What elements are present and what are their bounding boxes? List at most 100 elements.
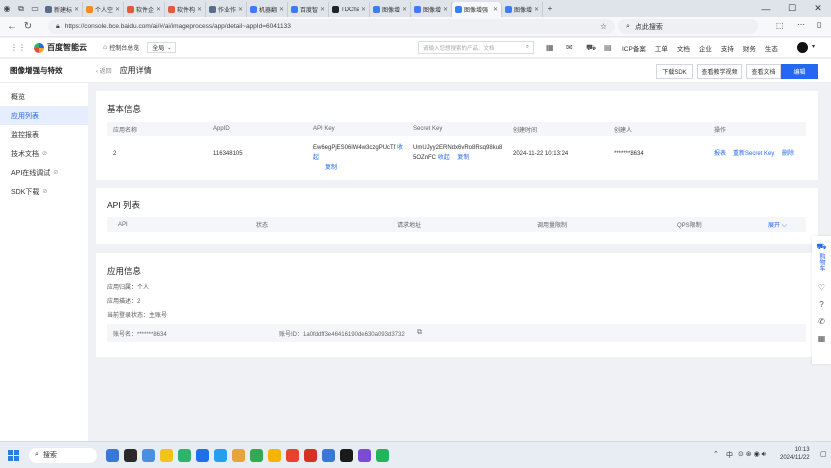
avatar[interactable] (797, 42, 808, 53)
taskbar-app-icon[interactable] (267, 448, 281, 462)
api-key-copy-link[interactable]: 复制 (325, 165, 337, 171)
reset-secret-key-link[interactable]: 重新Secret Key (733, 149, 774, 159)
qrcode-icon[interactable]: ▦ (818, 334, 826, 343)
favorite-star-icon[interactable]: ☆ (600, 22, 607, 31)
taskbar-app-icon[interactable] (105, 448, 119, 462)
tab-close-icon[interactable]: ✕ (74, 6, 79, 13)
browser-tab[interactable]: 机器翻译✕ (247, 2, 288, 17)
secret-key-hide-link[interactable]: 收起 (438, 155, 450, 161)
tray-icons[interactable]: ⊙ ⊛ ◉ 🔊︎ (738, 450, 766, 459)
delete-link[interactable]: 删除 (782, 149, 794, 159)
heart-icon[interactable]: ♡ (818, 283, 825, 292)
more-icon[interactable]: ⋯ (797, 20, 805, 29)
taskbar-app-icon[interactable] (321, 448, 335, 462)
profile-icon[interactable]: ◉ (0, 0, 14, 17)
windows-start-icon[interactable] (8, 449, 19, 461)
phone-icon[interactable]: ✆ (818, 317, 825, 326)
menu-finance[interactable]: 财务 (743, 43, 756, 53)
download-sdk-button[interactable]: 下载SDK (656, 64, 693, 79)
tab-close-icon[interactable]: ✕ (361, 6, 366, 13)
layout-icon[interactable]: ▦ (546, 43, 554, 52)
avatar-chevron-icon[interactable]: ▾ (812, 43, 815, 50)
tab-close-icon[interactable]: ✕ (115, 6, 120, 13)
sidebar-item[interactable]: SDK下载 ⊘ (0, 182, 88, 201)
browser-tab[interactable]: 图像增强✕ (370, 2, 411, 17)
sidebar-item[interactable]: API在线调试 ⊘ (0, 163, 88, 182)
taskbar-app-icon[interactable] (123, 448, 137, 462)
message-icon[interactable]: ✉ (566, 43, 573, 52)
taskbar-app-icon[interactable] (177, 448, 191, 462)
menu-enterprise[interactable]: 企业 (699, 43, 712, 53)
edit-button[interactable]: 编辑 (781, 64, 818, 79)
browser-tab[interactable]: 个人空间✕ (83, 2, 124, 17)
tutorial-video-button[interactable]: 查看教学视频 (697, 64, 742, 79)
tab-close-icon[interactable]: ✕ (402, 6, 407, 13)
browser-tab[interactable]: 百度智能✕ (288, 2, 329, 17)
menu-support[interactable]: 支持 (721, 43, 734, 53)
taskbar-app-icon[interactable] (303, 448, 317, 462)
tray-chevron-icon[interactable]: ⌃ (713, 450, 719, 458)
sidebar-item[interactable]: 概览 (0, 87, 88, 106)
back-link[interactable]: ‹ 返回 (96, 66, 112, 75)
browser-tab[interactable]: 软件企业✕ (124, 2, 165, 17)
taskbar-app-icon[interactable] (285, 448, 299, 462)
cart-icon[interactable]: ⛟ (816, 242, 826, 252)
browser-tab[interactable]: TDChat_✕ (329, 2, 370, 17)
menu-ecosystem[interactable]: 生态 (765, 43, 778, 53)
workspaces-icon[interactable]: ⧉ (14, 0, 28, 17)
apps-grid-icon[interactable]: ⋮⋮ (10, 43, 26, 52)
minimize-icon[interactable]: — (753, 4, 779, 14)
url-field[interactable]: 🔒︎ https://console.bce.baidu.com/ai/#/ai… (48, 19, 615, 34)
back-icon[interactable]: ← (4, 21, 20, 32)
tab-close-icon[interactable]: ✕ (156, 6, 161, 13)
taskbar-app-icon[interactable] (249, 448, 263, 462)
browser-tab[interactable]: 图像增强✕ (452, 2, 502, 17)
tab-close-icon[interactable]: ✕ (197, 6, 202, 13)
view-docs-button[interactable]: 查看文档 (746, 64, 781, 79)
sidebar-item[interactable]: 应用列表 (0, 106, 88, 125)
new-tab-icon[interactable]: + (543, 0, 557, 17)
taskbar-app-icon[interactable] (195, 448, 209, 462)
console-search-input[interactable]: 请输入您想搜索的产品、文档 ⌕ (418, 41, 534, 54)
taskbar-search[interactable]: ⌕ 搜索 (29, 447, 97, 463)
sidebar-toggle-icon[interactable]: ▯ (817, 20, 821, 29)
sidebar-item[interactable]: 监控报表 (0, 125, 88, 144)
tab-close-icon[interactable]: ✕ (320, 6, 325, 13)
ime-indicator[interactable]: 中 (726, 450, 733, 460)
taskbar-app-icon[interactable] (357, 448, 371, 462)
sidebar-item[interactable]: 技术文档 ⊘ (0, 144, 88, 163)
taskbar-app-icon[interactable] (231, 448, 245, 462)
menu-icp[interactable]: ICP备案 (622, 43, 646, 53)
taskbar-app-icon[interactable] (159, 448, 173, 462)
tab-close-icon[interactable]: ✕ (534, 6, 539, 13)
console-overview-link[interactable]: 控制台总览 (109, 43, 139, 52)
secret-key-copy-link[interactable]: 复制 (457, 155, 469, 161)
taskbar-app-icon[interactable] (141, 448, 155, 462)
tab-actions-icon[interactable]: ▭ (28, 0, 42, 17)
cart-label[interactable]: 购物车 (817, 253, 826, 271)
tab-close-icon[interactable]: ✕ (493, 6, 498, 13)
browser-tab[interactable]: 作业作答✕ (206, 2, 247, 17)
tab-close-icon[interactable]: ✕ (238, 6, 243, 13)
notification-icon[interactable]: ▢ (820, 450, 827, 458)
region-select[interactable]: 全局 ⌄ (147, 42, 177, 53)
refresh-icon[interactable]: ↻ (20, 21, 36, 32)
menu-ticket[interactable]: 工单 (655, 43, 668, 53)
baidu-cloud-logo[interactable]: 百度智能云 (34, 42, 87, 53)
console-home-icon[interactable]: ⌂ (103, 44, 107, 51)
clock[interactable]: 10:13 2024/11/22 (780, 446, 810, 462)
tab-close-icon[interactable]: ✕ (443, 6, 448, 13)
menu-docs[interactable]: 文档 (677, 43, 690, 53)
browser-tab[interactable]: 图像增强✕ (411, 2, 452, 17)
taskbar-app-icon[interactable] (213, 448, 227, 462)
copy-icon[interactable]: ⧉ (417, 329, 422, 337)
browser-tab[interactable]: 新建标签页✕ (42, 2, 83, 17)
cart-icon[interactable]: ⛟ (586, 43, 596, 53)
expand-toggle[interactable]: 展开 ⌵ (768, 220, 787, 230)
browser-tab[interactable]: 图像增强✕ (502, 2, 543, 17)
taskbar-app-icon[interactable] (375, 448, 389, 462)
billing-icon[interactable]: ▤ (604, 43, 612, 52)
report-link[interactable]: 报表 (714, 149, 726, 159)
close-window-icon[interactable]: ✕ (805, 3, 831, 14)
taskbar-app-icon[interactable] (339, 448, 353, 462)
